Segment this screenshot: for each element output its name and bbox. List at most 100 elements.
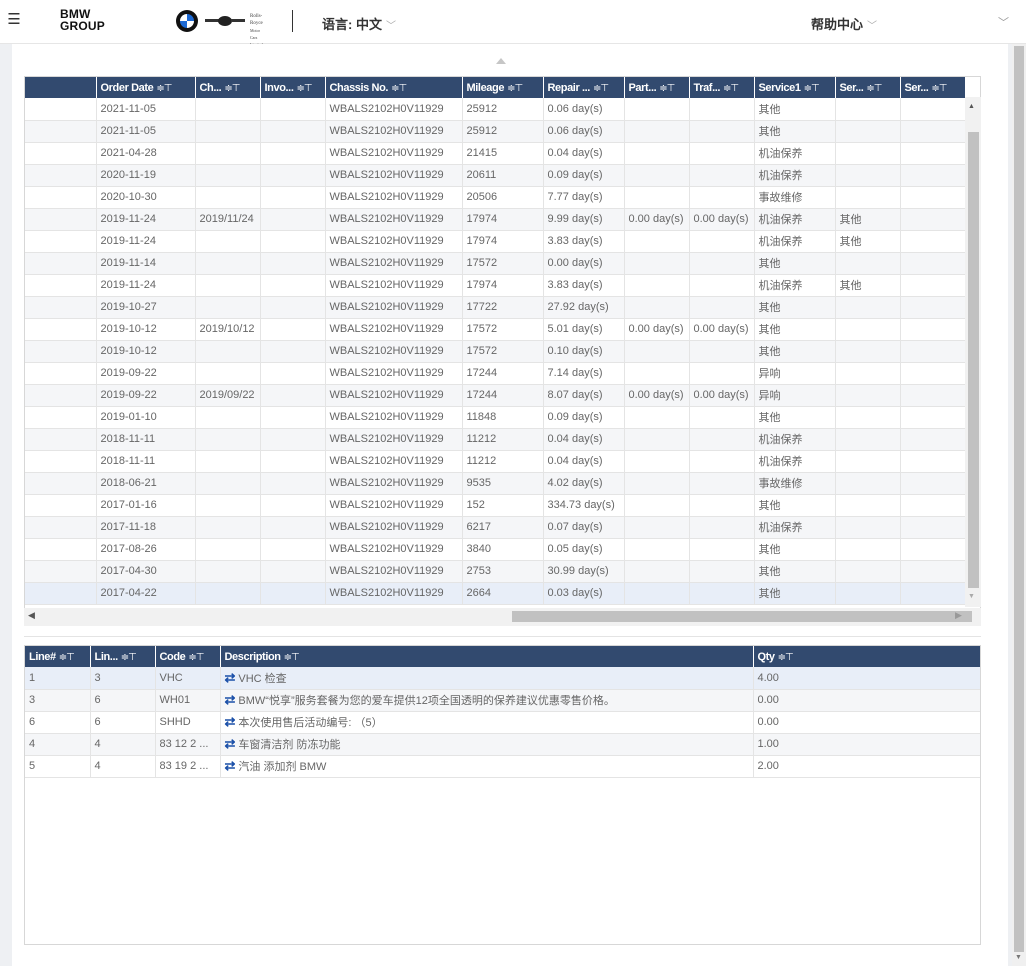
column-header[interactable]: Description ≑⊤ (220, 646, 754, 667)
swap-link-icon[interactable]: ⇄ (225, 758, 236, 773)
table-row[interactable]: 6 6 SHHD ⇄ 本次使用售后活动编号: （5） 0.00 (25, 711, 980, 734)
sort-filter-icon[interactable]: ≑⊤ (659, 83, 675, 94)
table-row[interactable]: 2019-10-27 WBALS2102H0V11929 17722 27.92 da… (25, 296, 966, 319)
swap-link-icon[interactable]: ⇄ (225, 736, 236, 751)
table-row[interactable]: 1 3 VHC ⇄ VHC 检查 4.00 (25, 667, 980, 690)
sort-filter-icon[interactable]: ≑⊤ (866, 83, 882, 94)
table-row[interactable]: 2021-04-28 WBALS2102H0V11929 21415 0.04 day… (25, 142, 966, 165)
column-header[interactable]: Traf... ≑⊤ (689, 77, 755, 98)
table-row[interactable]: 4 4 83 12 2 ... ⇄ 车窗清洁剂 防冻功能 1.00 (25, 733, 980, 756)
sort-filter-icon[interactable]: ≑⊤ (188, 652, 204, 663)
table-row[interactable]: 2017-11-18 WBALS2102H0V11929 6217 0.07 day(… (25, 516, 966, 539)
column-header[interactable]: Lin... ≑⊤ (90, 646, 156, 667)
help-center-menu[interactable]: 帮助中心 ﹀ (811, 14, 877, 33)
table-cell: 2020-10-30 (96, 186, 196, 209)
sort-filter-icon[interactable]: ≑⊤ (804, 83, 820, 94)
table-row[interactable]: 2017-08-26 WBALS2102H0V11929 3840 0.05 day(… (25, 538, 966, 561)
column-header[interactable]: Mileage ≑⊤ (462, 77, 544, 98)
table-row[interactable]: 2019-11-14 WBALS2102H0V11929 17572 0.00 day… (25, 252, 966, 275)
scroll-down-arrow-icon[interactable]: ▼ (1015, 954, 1022, 961)
scrollbar-thumb[interactable] (1014, 46, 1024, 952)
table-cell (900, 142, 966, 165)
table-row[interactable]: 2017-04-30 WBALS2102H0V11929 2753 30.99 day… (25, 560, 966, 583)
swap-link-icon[interactable]: ⇄ (225, 670, 236, 685)
column-header[interactable]: Line# ≑⊤ (25, 646, 91, 667)
user-menu-chevron-icon[interactable]: ﹀ (998, 14, 1009, 30)
swap-link-icon[interactable]: ⇄ (225, 692, 236, 707)
table-cell: 2020-11-19 (96, 164, 196, 187)
table-row[interactable]: 2019-09-22 2019/09/22 WBALS2102H0V11929 172… (25, 384, 966, 407)
table-row[interactable]: 2018-11-11 WBALS2102H0V11929 11212 0.04 day… (25, 450, 966, 473)
table-row[interactable]: 2018-11-11 WBALS2102H0V11929 11212 0.04 day… (25, 428, 966, 451)
table-cell: 21415 (462, 142, 544, 165)
sort-filter-icon[interactable]: ≑⊤ (284, 652, 300, 663)
table-row[interactable]: 2020-10-30 WBALS2102H0V11929 20506 7.77 day… (25, 186, 966, 209)
sort-filter-icon[interactable]: ≑⊤ (156, 83, 172, 94)
column-header[interactable]: Code ≑⊤ (155, 646, 221, 667)
cell-value: WBALS2102H0V11929 (329, 521, 444, 533)
table-cell: 6 (90, 711, 156, 734)
table-cell (900, 450, 966, 473)
table-row[interactable]: 5 4 83 19 2 ... ⇄ 汽油 添加剂 BMW 2.00 (25, 755, 980, 778)
menu-toggle-icon[interactable]: ☰ (6, 12, 22, 28)
column-header[interactable]: Service1 ≑⊤ (754, 77, 836, 98)
table-row[interactable]: 2019-10-12 2019/10/12 WBALS2102H0V11929 175… (25, 318, 966, 341)
table-row[interactable]: 2020-11-19 WBALS2102H0V11929 20611 0.09 day… (25, 164, 966, 187)
table-row[interactable]: 2019-09-22 WBALS2102H0V11929 17244 7.14 day… (25, 362, 966, 385)
column-header[interactable] (25, 77, 97, 98)
table-row[interactable]: 3 6 WH01 ⇄ BMW“悦享”服务套餐为您的爱车提供12项全国透明的保养建议优惠零… (25, 689, 980, 712)
column-header[interactable]: Qty ≑⊤ (753, 646, 980, 667)
sort-filter-icon[interactable]: ≑⊤ (507, 83, 523, 94)
scroll-up-arrow-icon[interactable]: ▲ (968, 103, 975, 110)
sort-filter-icon[interactable]: ≑⊤ (593, 83, 609, 94)
table-row[interactable]: 2017-01-16 WBALS2102H0V11929 152 334.73 day… (25, 494, 966, 517)
cell-value: VHC 检查 (238, 672, 287, 685)
scroll-right-arrow-icon[interactable]: ▶ (955, 610, 962, 621)
orders-vertical-scrollbar[interactable]: ▲ ▼ (965, 97, 981, 607)
table-cell: 0.00 day(s) (624, 318, 690, 341)
collapse-up-icon[interactable] (496, 58, 506, 64)
column-header[interactable]: Invo... ≑⊤ (260, 77, 326, 98)
sort-filter-icon[interactable]: ≑⊤ (931, 83, 947, 94)
table-row[interactable]: 2018-06-21 WBALS2102H0V11929 9535 4.02 day(… (25, 472, 966, 495)
sort-filter-icon[interactable]: ≑⊤ (121, 652, 137, 663)
table-cell (624, 142, 690, 165)
column-header[interactable]: Ch... ≑⊤ (195, 77, 261, 98)
column-header[interactable]: Ser... ≑⊤ (900, 77, 966, 98)
column-header[interactable]: Chassis No. ≑⊤ (325, 77, 463, 98)
scroll-down-arrow-icon[interactable]: ▼ (968, 593, 975, 600)
table-row[interactable]: 2021-11-05 WBALS2102H0V11929 25912 0.06 day… (25, 120, 966, 143)
scrollbar-thumb[interactable] (968, 132, 979, 588)
table-cell: 机油保养 (754, 274, 836, 297)
column-header[interactable]: Order Date ≑⊤ (96, 77, 196, 98)
column-header[interactable]: Part... ≑⊤ (624, 77, 690, 98)
table-row[interactable]: 2019-11-24 WBALS2102H0V11929 17974 3.83 day… (25, 230, 966, 253)
table-row[interactable]: 2019-01-10 WBALS2102H0V11929 11848 0.09 day… (25, 406, 966, 429)
scroll-left-arrow-icon[interactable]: ◀ (28, 610, 35, 621)
table-row[interactable]: 2019-11-24 WBALS2102H0V11929 17974 3.83 day… (25, 274, 966, 297)
table-cell (260, 208, 326, 231)
page-vertical-scrollbar[interactable]: ▼ (1012, 44, 1026, 966)
sort-filter-icon[interactable]: ≑⊤ (391, 83, 407, 94)
table-cell: 4 (90, 755, 156, 778)
swap-link-icon[interactable]: ⇄ (225, 714, 236, 729)
table-cell (260, 450, 326, 473)
table-row[interactable]: 2021-11-05 WBALS2102H0V11929 25912 0.06 day… (25, 98, 966, 121)
sort-filter-icon[interactable]: ≑⊤ (224, 83, 240, 94)
sort-filter-icon[interactable]: ≑⊤ (723, 83, 739, 94)
lines-header-row: Line# ≑⊤ Lin... ≑⊤ Code ≑⊤ Description ≑⊤ Qty ≑⊤ (25, 646, 980, 667)
column-header[interactable]: Ser... ≑⊤ (835, 77, 901, 98)
table-row[interactable]: 2017-04-22 WBALS2102H0V11929 2664 0.03 day(… (25, 582, 966, 605)
scrollbar-thumb[interactable] (512, 611, 972, 622)
language-selector[interactable]: 语言: 中文 ﹀ (322, 14, 396, 33)
sort-filter-icon[interactable]: ≑⊤ (59, 652, 75, 663)
table-cell (25, 384, 97, 407)
table-row[interactable]: 2019-10-12 WBALS2102H0V11929 17572 0.10 day… (25, 340, 966, 363)
sort-filter-icon[interactable]: ≑⊤ (296, 83, 312, 94)
sort-filter-icon[interactable]: ≑⊤ (778, 652, 794, 663)
orders-horizontal-scrollbar[interactable]: ◀ ▶ (24, 608, 981, 626)
cell-value: 2019-09-22 (100, 389, 157, 401)
cell-value: 其他 (839, 236, 862, 248)
table-row[interactable]: 2019-11-24 2019/11/24 WBALS2102H0V11929 179… (25, 208, 966, 231)
column-header[interactable]: Repair ... ≑⊤ (543, 77, 625, 98)
